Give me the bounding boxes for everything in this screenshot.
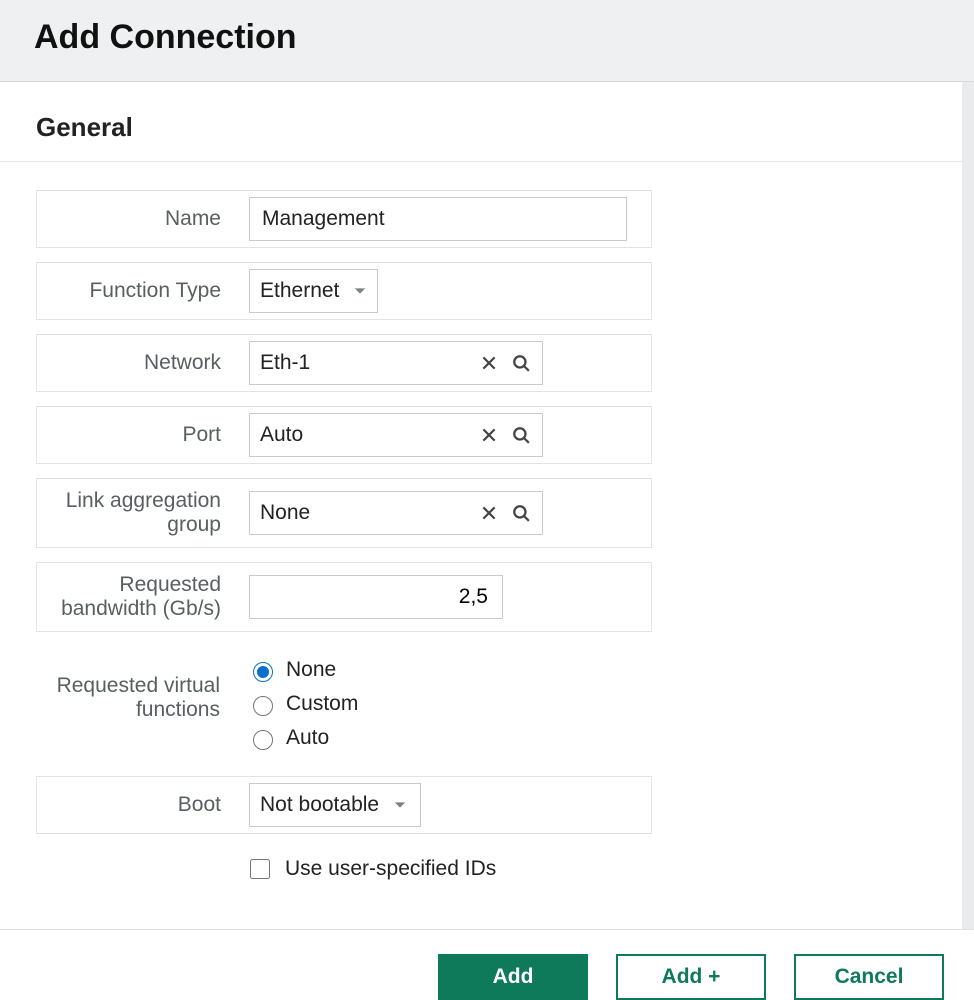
cancel-button[interactable]: Cancel	[794, 954, 944, 1000]
row-use-ids: Use user-specified IDs	[36, 848, 652, 882]
dialog-body: General Name Function Type Ethernet	[0, 82, 974, 929]
chevron-down-icon	[353, 284, 367, 298]
port-value: Auto	[260, 423, 470, 447]
dialog-header: Add Connection	[0, 0, 974, 82]
dialog-footer: Add Add + Cancel	[0, 929, 974, 1000]
row-function-type: Function Type Ethernet	[36, 262, 652, 320]
function-type-select[interactable]: Ethernet	[249, 269, 378, 313]
row-boot: Boot Not bootable	[36, 776, 652, 834]
row-name: Name	[36, 190, 652, 248]
row-req-bw: Requested bandwidth (Gb/s)	[36, 562, 652, 632]
search-icon[interactable]	[510, 424, 532, 446]
vf-radio-none-label[interactable]: None	[248, 658, 358, 682]
vf-radio-custom-text: Custom	[286, 692, 358, 716]
section-general-title: General	[0, 82, 962, 162]
row-req-vf: Requested virtual functions None Custom	[36, 646, 652, 762]
vf-radio-auto-label[interactable]: Auto	[248, 726, 358, 750]
value-cell-network: Eth-1	[239, 335, 651, 391]
add-connection-dialog: Add Connection General Name Function Typ…	[0, 0, 974, 1000]
network-value: Eth-1	[260, 351, 470, 375]
value-cell-boot: Not bootable	[239, 777, 651, 833]
name-input[interactable]	[249, 197, 627, 241]
add-button[interactable]: Add	[438, 954, 588, 1000]
label-network: Network	[37, 335, 239, 391]
use-ids-label: Use user-specified IDs	[285, 857, 496, 881]
label-boot: Boot	[37, 777, 239, 833]
lag-value: None	[260, 501, 470, 525]
general-form: Name Function Type Ethernet	[0, 162, 962, 894]
lag-picker[interactable]: None	[249, 491, 543, 535]
chevron-down-icon	[393, 798, 407, 812]
search-icon[interactable]	[510, 502, 532, 524]
vf-radio-group: None Custom Auto	[248, 652, 358, 756]
value-cell-lag: None	[239, 479, 651, 547]
port-picker[interactable]: Auto	[249, 413, 543, 457]
label-function-type: Function Type	[37, 263, 239, 319]
value-cell-req-vf: None Custom Auto	[238, 646, 652, 762]
label-name: Name	[37, 191, 239, 247]
row-lag: Link aggregation group None	[36, 478, 652, 548]
label-req-vf: Requested virtual functions	[36, 646, 238, 732]
vf-radio-auto[interactable]	[253, 730, 273, 750]
requested-bandwidth-input[interactable]	[249, 575, 503, 619]
clear-icon[interactable]	[478, 352, 500, 374]
label-lag: Link aggregation group	[37, 479, 239, 547]
function-type-value: Ethernet	[260, 279, 339, 303]
network-picker[interactable]: Eth-1	[249, 341, 543, 385]
vf-radio-auto-text: Auto	[286, 726, 329, 750]
value-cell-function-type: Ethernet	[239, 263, 651, 319]
value-cell-name	[239, 191, 651, 247]
search-icon[interactable]	[510, 352, 532, 374]
vf-radio-none[interactable]	[253, 662, 273, 682]
value-cell-port: Auto	[239, 407, 651, 463]
boot-value: Not bootable	[260, 793, 379, 817]
label-port: Port	[37, 407, 239, 463]
row-port: Port Auto	[36, 406, 652, 464]
clear-icon[interactable]	[478, 424, 500, 446]
value-cell-req-bw	[239, 563, 651, 631]
dialog-title: Add Connection	[34, 18, 940, 57]
row-network: Network Eth-1	[36, 334, 652, 392]
vf-radio-custom-label[interactable]: Custom	[248, 692, 358, 716]
label-req-bw: Requested bandwidth (Gb/s)	[37, 563, 239, 631]
use-ids-checkbox[interactable]	[250, 859, 270, 879]
vf-radio-custom[interactable]	[253, 696, 273, 716]
clear-icon[interactable]	[478, 502, 500, 524]
add-plus-button[interactable]: Add +	[616, 954, 766, 1000]
vf-radio-none-text: None	[286, 658, 336, 682]
boot-select[interactable]: Not bootable	[249, 783, 421, 827]
